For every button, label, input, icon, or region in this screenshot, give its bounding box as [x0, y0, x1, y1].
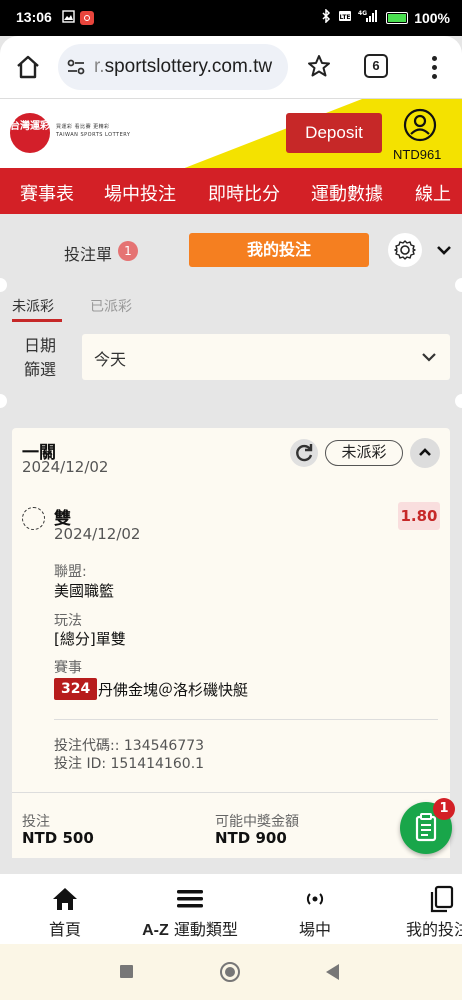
live-icon — [300, 884, 330, 914]
bottom-nav: 首頁 A-Z 運動類型 場中 我的投注 — [0, 874, 462, 944]
active-tab-indicator — [12, 319, 62, 322]
gear-icon[interactable] — [388, 233, 422, 267]
divider — [54, 719, 438, 720]
bet-code: 投注代碼:: 134546773 — [54, 738, 205, 754]
bet-status-badge: 未派彩 — [325, 440, 403, 466]
refresh-icon[interactable] — [290, 439, 318, 467]
payout-value: NTD 900 — [215, 829, 287, 847]
chevron-up-icon[interactable] — [410, 438, 440, 468]
bet-panel-header: 投注單 1 我的投注 — [0, 224, 462, 276]
more-options-icon[interactable] — [424, 54, 444, 80]
stake-label: 投注 — [22, 814, 50, 830]
site-logo[interactable]: 台灣運彩 — [10, 113, 50, 153]
battery-percent: 100% — [414, 9, 450, 26]
bluetooth-icon — [321, 8, 332, 26]
svg-text:4G: 4G — [358, 10, 367, 17]
nav-sports-data[interactable]: 運動數據 — [311, 180, 383, 206]
status-bar: 13:06 LTE 4G 100% — [0, 0, 462, 36]
deposit-button[interactable]: Deposit — [286, 113, 382, 153]
address-bar[interactable]: r.sportslottery.com.tw — [58, 44, 288, 90]
status-time: 13:06 — [16, 9, 52, 25]
match-name: 丹佛金塊＠洛杉磯快艇 — [98, 681, 249, 699]
selection-status-icon — [22, 507, 45, 530]
battery-icon — [386, 11, 409, 24]
svg-text:LTE: LTE — [340, 14, 351, 21]
gallery-notification-icon — [62, 10, 75, 26]
copy-icon — [426, 884, 456, 914]
site-settings-icon[interactable] — [66, 57, 86, 77]
browser-toolbar: r.sportslottery.com.tw 6 — [0, 36, 462, 98]
tab-unsettled[interactable]: 未派彩 — [12, 296, 54, 316]
bet-id: 投注 ID: 151414160.1 — [54, 756, 205, 772]
account-icon[interactable] — [400, 107, 440, 143]
date-filter-label: 日期 篩選 — [24, 336, 57, 379]
back-button[interactable] — [326, 964, 339, 980]
league-value: 美國職籃 — [54, 582, 115, 600]
nav-live-scores[interactable]: 即時比分 — [208, 180, 280, 206]
stake-summary: 投注 NTD 500 可能中獎金額 NTD 900 — [12, 792, 450, 858]
stake-value: NTD 500 — [22, 829, 94, 847]
selection-odds: 1.80 — [398, 502, 440, 530]
bottom-nav-home[interactable]: 首頁 — [40, 884, 90, 940]
chevron-down-icon[interactable] — [434, 240, 454, 260]
signal-icon: 4G — [358, 9, 380, 26]
url-text: r.sportslottery.com.tw — [94, 56, 273, 77]
home-icon — [50, 884, 80, 914]
bookmark-star-icon[interactable] — [306, 53, 332, 79]
nav-schedule[interactable]: 賽事表 — [20, 180, 74, 206]
match-id-badge: 324 — [54, 678, 98, 700]
filter-panel: 未派彩 已派彩 日期 篩選 今天 — [0, 276, 462, 408]
event-label: 賽事 — [54, 660, 82, 676]
tab-my-bets[interactable]: 我的投注 — [189, 233, 369, 267]
tab-betslip[interactable]: 投注單 — [64, 241, 112, 265]
betslip-fab-badge: 1 — [433, 798, 455, 820]
market-label: 玩法 — [54, 613, 82, 629]
recent-apps-button[interactable] — [120, 965, 133, 978]
payout-label: 可能中獎金額 — [215, 814, 299, 830]
site-header: 台灣運彩 買運彩 看比賽 更精彩 TAIWAN SPORTS LOTTERY D… — [0, 98, 462, 168]
bet-date: 2024/12/02 — [22, 458, 109, 476]
account-balance: NTD961 — [393, 147, 442, 162]
nav-online[interactable]: 線上 — [415, 180, 451, 206]
chevron-down-icon — [420, 348, 438, 366]
screen-record-icon — [80, 11, 94, 25]
date-filter-value: 今天 — [94, 350, 127, 369]
main-nav: 賽事表 場中投注 即時比分 運動數據 線上 — [0, 168, 462, 214]
market-value: [總分]單雙 — [54, 630, 126, 648]
bottom-nav-my-bets[interactable]: 我的投注 — [406, 884, 462, 940]
date-filter-select[interactable]: 今天 — [82, 334, 450, 380]
menu-icon — [175, 884, 205, 914]
system-navigation-bar — [0, 944, 462, 1000]
league-label: 聯盟: — [54, 564, 87, 580]
bottom-nav-live[interactable]: 場中 — [290, 884, 340, 940]
nav-live-betting[interactable]: 場中投注 — [104, 180, 176, 206]
home-icon[interactable] — [14, 53, 42, 81]
tab-settled[interactable]: 已派彩 — [90, 296, 132, 316]
volte-icon: LTE — [338, 9, 352, 26]
selection-date: 2024/12/02 — [54, 525, 141, 543]
tab-switcher-button[interactable]: 6 — [364, 54, 388, 78]
home-button[interactable] — [220, 962, 240, 982]
betslip-count-badge: 1 — [118, 241, 138, 261]
bottom-nav-sports-az[interactable]: A-Z 運動類型 — [140, 884, 240, 940]
logo-tagline: 買運彩 看比賽 更精彩 TAIWAN SPORTS LOTTERY — [56, 124, 131, 138]
